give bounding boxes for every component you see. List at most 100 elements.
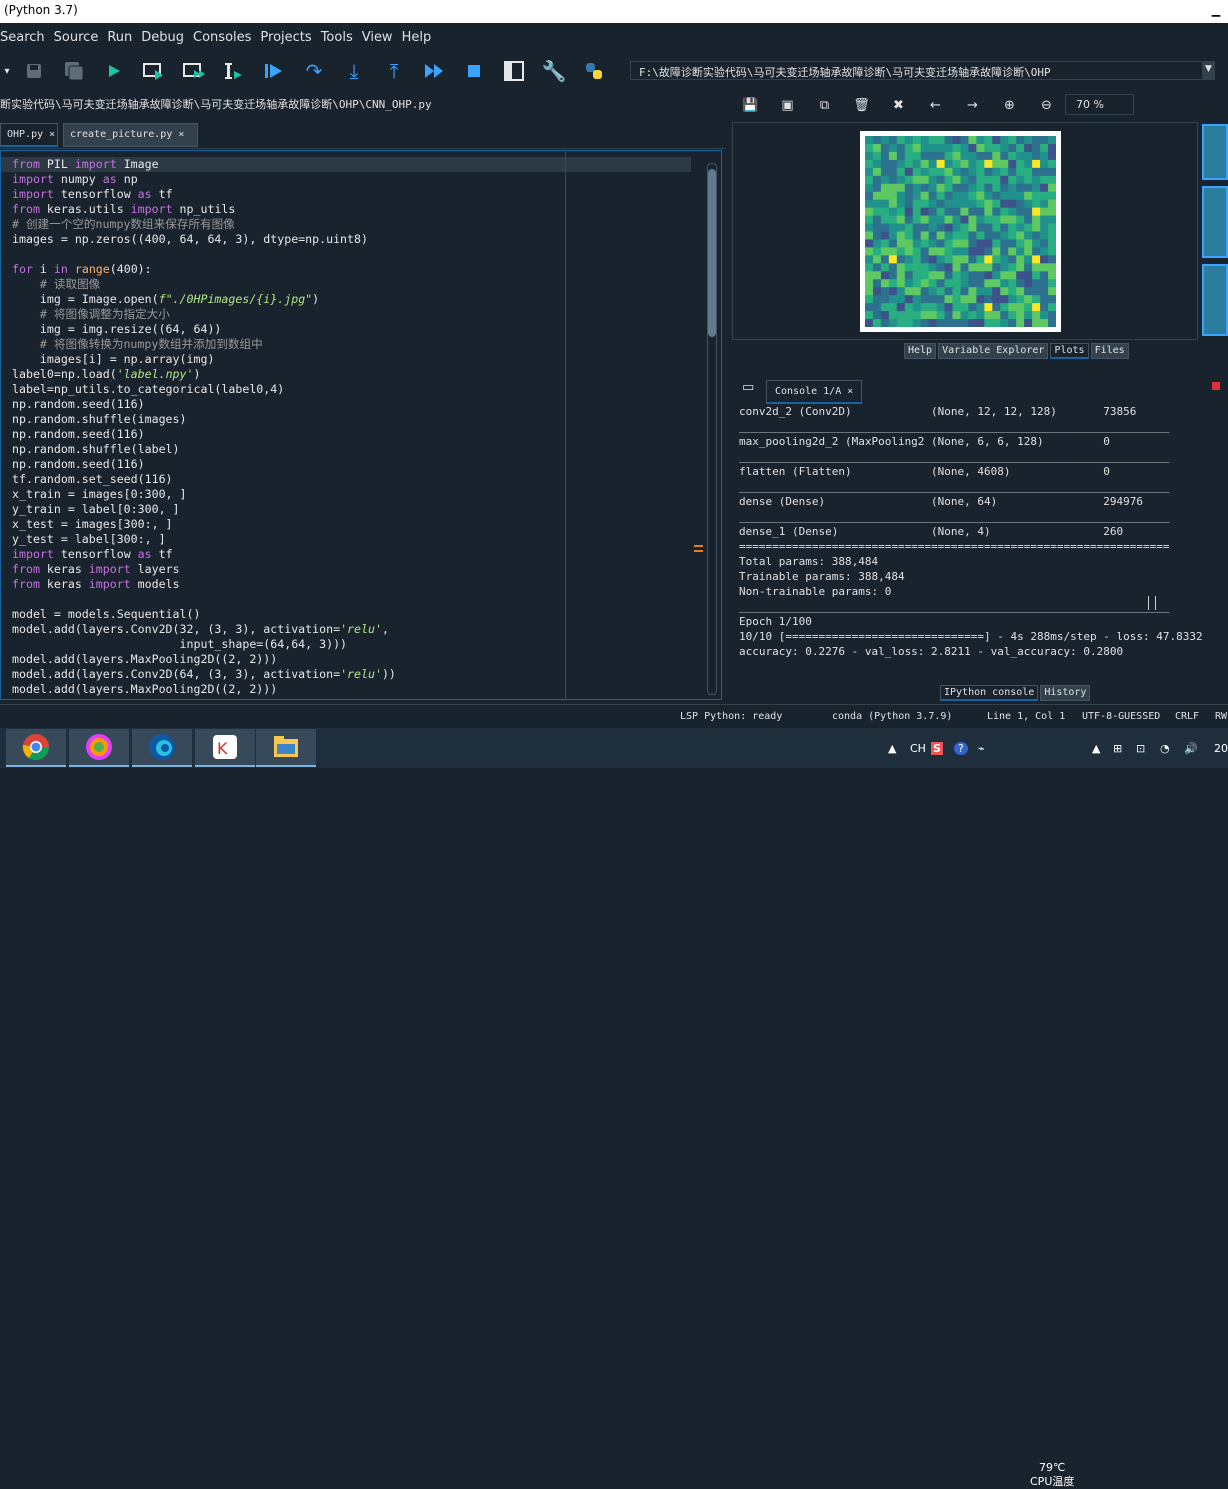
heatmap-cell: [944, 287, 954, 296]
tab-help[interactable]: Help: [904, 343, 937, 359]
heatmap-cell: [952, 287, 961, 296]
file-explorer-icon[interactable]: [256, 729, 316, 767]
title-bar: (Python 3.7) ▁: [0, 0, 1228, 23]
stop-kernel-icon[interactable]: [1212, 382, 1220, 390]
browser-icon[interactable]: [69, 729, 129, 767]
tab-cnn-ohp[interactable]: OHP.py ×: [0, 123, 58, 147]
tab-create-picture[interactable]: create_picture.py ×: [63, 123, 198, 147]
save-all-icon[interactable]: [54, 51, 94, 91]
heatmap-cell: [984, 231, 993, 240]
tab-console[interactable]: Console 1/A ×: [766, 380, 863, 404]
menu-consoles[interactable]: Consoles: [193, 30, 251, 45]
copy-plot-icon[interactable]: ⧉: [806, 98, 843, 113]
heatmap-cell: [1040, 207, 1049, 217]
heatmap-cell: [984, 175, 993, 185]
menu-debug[interactable]: Debug: [141, 30, 184, 45]
maximize-pane-icon[interactable]: [494, 51, 534, 91]
editor-scrollbar-thumb[interactable]: [708, 169, 716, 337]
console-options-icon[interactable]: ▭: [742, 380, 754, 395]
heatmap-cell: [896, 159, 906, 169]
zoom-out-icon[interactable]: ⊖: [1028, 98, 1065, 113]
sogou-icon[interactable]: S: [931, 728, 943, 768]
heatmap-cell: [968, 136, 977, 145]
code-content[interactable]: from PIL import Image import numpy as np…: [12, 157, 396, 697]
tab-history[interactable]: History: [1040, 685, 1091, 701]
heatmap-cell: [904, 136, 914, 145]
code-editor[interactable]: from PIL import Image import numpy as np…: [0, 150, 722, 700]
remove-plot-icon[interactable]: 🗑: [843, 98, 880, 113]
plot-thumbnail[interactable]: [1202, 124, 1228, 180]
ime-indicator[interactable]: CH: [910, 728, 926, 768]
plot-thumbnail[interactable]: [1202, 186, 1228, 258]
heatmap-cell: [952, 303, 961, 312]
heatmap-cell: [896, 255, 906, 264]
ipython-console[interactable]: conv2d_2 (Conv2D) (None, 12, 12, 128) 73…: [732, 404, 1228, 680]
heatmap-cell: [865, 311, 874, 320]
qq-icon[interactable]: ◔: [1160, 728, 1170, 768]
svg-text:K: K: [217, 739, 228, 758]
heatmap-cell: [1032, 239, 1041, 248]
heatmap-cell: [1000, 319, 1009, 328]
tray-app-icon[interactable]: ⊞: [1113, 728, 1122, 768]
step-return-icon[interactable]: ⤒: [374, 51, 414, 91]
menu-source[interactable]: Source: [54, 30, 99, 45]
tab-plots[interactable]: Plots: [1050, 343, 1089, 359]
zoom-field[interactable]: 70 %: [1065, 94, 1134, 115]
save-icon[interactable]: [14, 51, 54, 91]
next-plot-icon[interactable]: →: [954, 98, 991, 113]
edge-icon[interactable]: [132, 729, 192, 767]
conda-status[interactable]: conda (Python 3.7.9): [832, 711, 952, 722]
heatmap-cell: [888, 271, 898, 280]
run-icon[interactable]: [94, 51, 134, 91]
wps-icon[interactable]: K: [195, 729, 255, 767]
heatmap-cell: [912, 303, 922, 312]
heatmap-cell: [1008, 319, 1017, 328]
power-icon[interactable]: ⌁: [978, 728, 985, 768]
toolbar-overflow-icon[interactable]: ▾: [0, 51, 14, 91]
tab-ipython-console[interactable]: IPython console: [940, 685, 1039, 701]
debug-icon[interactable]: [254, 51, 294, 91]
stop-icon[interactable]: [454, 51, 494, 91]
remove-all-plots-icon[interactable]: ✖: [880, 98, 917, 113]
continue-icon[interactable]: [414, 51, 454, 91]
plot-thumbnail[interactable]: [1202, 264, 1228, 336]
heatmap-cell: [928, 287, 938, 296]
help-tray-icon[interactable]: ?: [954, 728, 968, 768]
heatmap-cell: [976, 271, 985, 280]
python-path-icon[interactable]: [574, 51, 614, 91]
volume-icon[interactable]: 🔊: [1184, 728, 1198, 768]
heatmap-cell: [1008, 255, 1017, 264]
run-selection-icon[interactable]: [214, 51, 254, 91]
heatmap-cell: [976, 215, 985, 225]
menu-help[interactable]: Help: [402, 30, 432, 45]
previous-plot-icon[interactable]: ←: [917, 98, 954, 113]
menu-tools[interactable]: Tools: [321, 30, 353, 45]
tray-security-icon[interactable]: ⊡: [1136, 728, 1145, 768]
heatmap-cell: [936, 143, 946, 153]
save-plot-icon[interactable]: 💾: [732, 98, 769, 113]
minimize-icon[interactable]: ▁: [1204, 0, 1228, 21]
working-directory-dropdown[interactable]: ▼: [1202, 61, 1215, 80]
tab-files[interactable]: Files: [1090, 343, 1129, 359]
heatmap-cell: [968, 311, 977, 320]
step-icon[interactable]: ↷: [294, 51, 334, 91]
menu-projects[interactable]: Projects: [260, 30, 311, 45]
working-directory-input[interactable]: F:\故障诊断实验代码\马可夫变迁场轴承故障诊断\马可夫变迁场轴承故障诊断\OH…: [630, 61, 1215, 80]
run-cell-icon[interactable]: [134, 51, 174, 91]
menu-view[interactable]: View: [362, 30, 393, 45]
step-into-icon[interactable]: ⤓: [334, 51, 374, 91]
clock[interactable]: 20: [1214, 728, 1228, 768]
tray-expand-icon[interactable]: ▲: [888, 728, 896, 768]
heatmap-cell: [984, 287, 993, 296]
zoom-in-icon[interactable]: ⊕: [991, 98, 1028, 113]
tab-variable-explorer[interactable]: Variable Explorer: [938, 343, 1049, 359]
tray-overflow-icon[interactable]: ▲: [1092, 728, 1100, 768]
run-cell-advance-icon[interactable]: [174, 51, 214, 91]
menu-search[interactable]: Search: [0, 30, 45, 45]
heatmap-cell: [992, 143, 1001, 153]
menu-run[interactable]: Run: [107, 30, 132, 45]
chrome-icon[interactable]: [6, 729, 66, 767]
preferences-icon[interactable]: 🔧: [534, 51, 574, 91]
heatmap-cell: [1032, 271, 1041, 280]
save-all-plots-icon[interactable]: ▣: [769, 98, 806, 113]
